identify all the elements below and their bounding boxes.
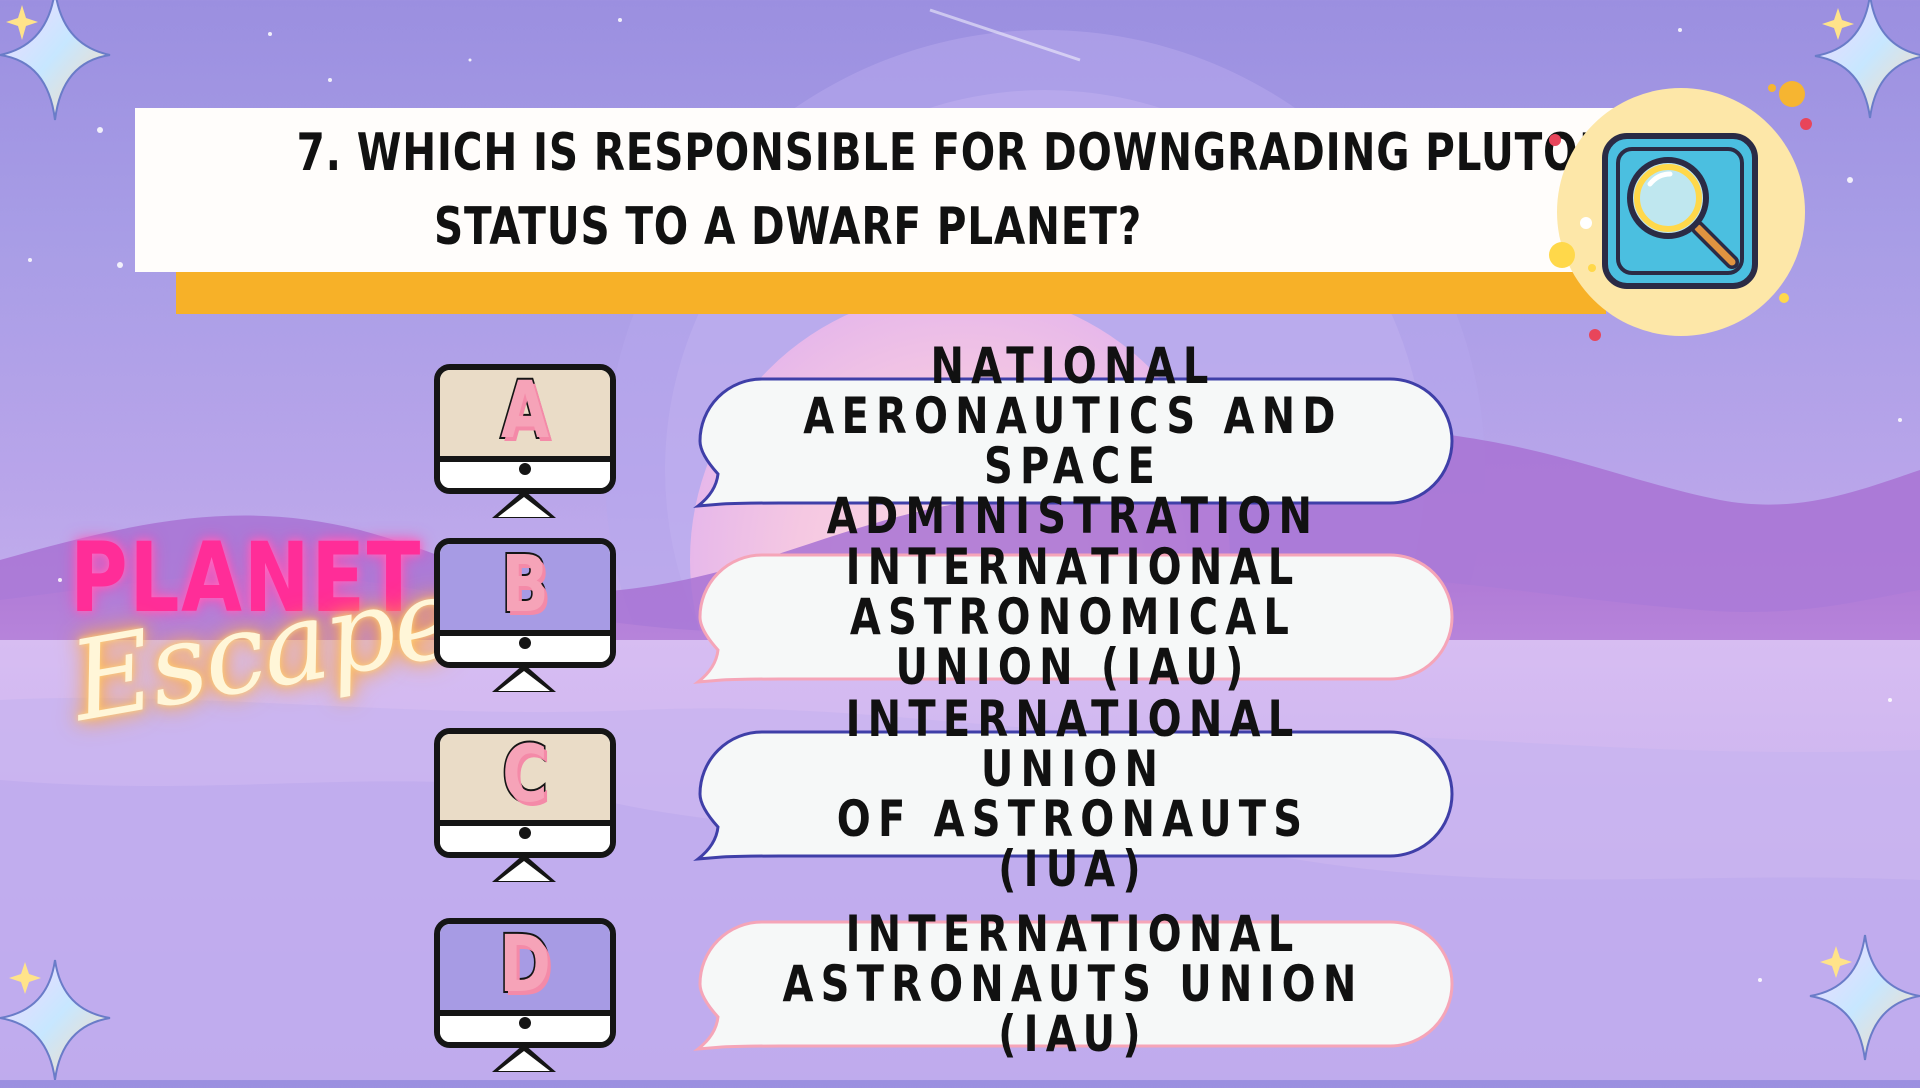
option-c-answer-text: INTERNATIONAL UNION OF ASTRONAUTS (IUA): [836, 690, 1310, 898]
option-c[interactable]: C INTERNATIONAL UNION OF ASTRONAUTS (IUA…: [0, 694, 1920, 898]
monitor-stand-fill: [498, 1051, 550, 1071]
option-c-monitor[interactable]: C: [434, 728, 616, 888]
option-b-answer-bubble[interactable]: INTERNATIONAL ASTRONOMICAL UNION (IAU): [698, 542, 1448, 692]
question-text: 7. WHICH IS RESPONSIBLE FOR DOWNGRADING …: [296, 116, 1624, 264]
banner-accent-bar: [176, 270, 1606, 314]
magnifying-glass-icon: [1549, 81, 1812, 341]
option-d-letter: D: [498, 920, 553, 1012]
option-c-letter: C: [501, 730, 550, 822]
option-d[interactable]: D INTERNATIONAL ASTRONAUTS UNION (IAU): [0, 909, 1920, 1088]
monitor-display: C: [440, 734, 610, 822]
option-b-monitor[interactable]: B: [434, 538, 616, 698]
monitor-stand-fill: [498, 671, 550, 691]
question-line-2: STATUS TO A DWARF PLANET?: [433, 197, 1142, 257]
monitor-power-dot: [519, 463, 531, 475]
monitor-power-dot: [519, 1017, 531, 1029]
option-a-answer-bubble[interactable]: NATIONAL AERONAUTICS AND SPACE ADMINISTR…: [698, 341, 1448, 541]
option-b[interactable]: B INTERNATIONAL ASTRONOMICAL UNION (IAU): [0, 538, 1920, 708]
question-line-1: 7. WHICH IS RESPONSIBLE FOR DOWNGRADING …: [296, 123, 1624, 183]
monitor-power-dot: [519, 637, 531, 649]
option-d-monitor[interactable]: D: [434, 918, 616, 1078]
monitor-power-dot: [519, 827, 531, 839]
option-a-monitor[interactable]: A: [434, 364, 616, 524]
option-b-answer-text: INTERNATIONAL ASTRONOMICAL UNION (IAU): [845, 538, 1301, 696]
option-b-letter: B: [500, 540, 551, 632]
monitor-display: B: [440, 544, 610, 632]
option-a-letter: A: [499, 366, 551, 458]
option-c-answer-bubble[interactable]: INTERNATIONAL UNION OF ASTRONAUTS (IUA): [698, 694, 1448, 894]
monitor-display: D: [440, 924, 610, 1012]
monitor-display: A: [440, 370, 610, 458]
option-a-answer-text: NATIONAL AERONAUTICS AND SPACE ADMINISTR…: [803, 337, 1343, 545]
monitor-stand-fill: [498, 497, 550, 517]
option-d-answer-text: INTERNATIONAL ASTRONAUTS UNION (IAU): [782, 905, 1364, 1063]
monitor-stand-fill: [498, 861, 550, 881]
option-a[interactable]: A NATIONAL AERONAUTICS AND SPACE ADMINIS…: [0, 341, 1920, 541]
question-banner: 7. WHICH IS RESPONSIBLE FOR DOWNGRADING …: [135, 108, 1640, 272]
option-d-answer-bubble[interactable]: INTERNATIONAL ASTRONAUTS UNION (IAU): [698, 909, 1448, 1059]
